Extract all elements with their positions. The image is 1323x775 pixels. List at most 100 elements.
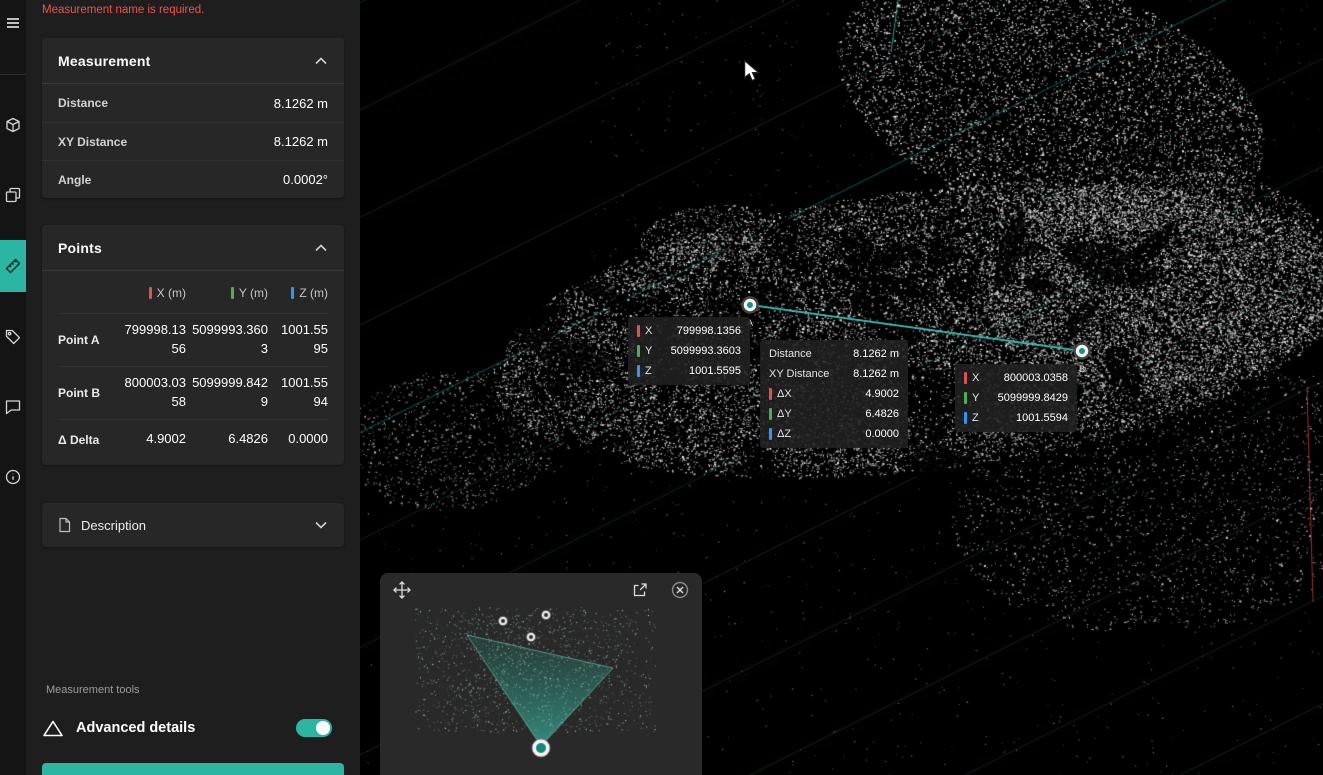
comment-icon[interactable] <box>0 392 26 422</box>
delta-x: 4.9002 <box>118 430 186 449</box>
angle-row: Angle 0.0002° <box>42 160 344 198</box>
ruler-icon <box>5 258 21 274</box>
primary-action-button[interactable] <box>42 763 344 775</box>
point-b-z: 1001.5594 <box>274 374 328 412</box>
delta-label: Δ Delta <box>58 433 112 447</box>
description-card-header[interactable]: Description <box>42 503 344 547</box>
layers-icon[interactable] <box>0 180 26 210</box>
viewport-3d[interactable]: A B X799998.1356 Y5099993.3603 Z1001.559… <box>360 0 1323 775</box>
points-table: X (m) Y (m) Z (m) Point A 799998.1356 50… <box>42 271 344 465</box>
tooltip-row: Y5099999.8429 <box>955 388 1077 408</box>
point-b-x: 800003.0358 <box>118 374 186 412</box>
cube-icon <box>5 117 21 133</box>
measurement-tools-label: Measurement tools <box>46 684 140 696</box>
tooltip-row: ΔY6.4826 <box>760 404 908 424</box>
points-card: Points X (m) Y (m) Z (m) Point A 799998.… <box>42 225 344 465</box>
pan-arrows-icon <box>393 581 411 599</box>
x-axis-color-bar <box>769 388 772 400</box>
minimap-header <box>380 573 702 607</box>
dataset-icon[interactable] <box>0 110 26 140</box>
sidebar-divider <box>0 74 26 75</box>
z-axis-color-bar <box>637 365 640 377</box>
move-icon[interactable] <box>390 578 414 602</box>
points-card-title: Points <box>58 240 102 256</box>
description-title: Description <box>81 518 314 533</box>
y-column-header: Y (m) <box>192 286 268 300</box>
angle-value: 0.0002° <box>283 172 328 187</box>
y-axis-color-bar <box>231 287 234 299</box>
tooltip-row: XY Distance8.1262 m <box>760 364 908 384</box>
description-card: Description <box>42 503 344 547</box>
z-axis-color-bar <box>769 428 772 440</box>
hamburger-icon <box>5 15 21 31</box>
measure-tool-icon[interactable] <box>0 240 26 292</box>
copy-icon <box>5 187 21 203</box>
distance-value: 8.1262 m <box>274 96 328 111</box>
y-axis-color-bar <box>964 392 967 404</box>
point-b-row: Point B 800003.0358 5099999.8429 1001.55… <box>58 366 328 419</box>
advanced-details-toggle[interactable] <box>296 719 332 737</box>
chevron-down-icon <box>314 520 328 530</box>
tooltip-row: X799998.1356 <box>628 321 750 341</box>
point-a-z: 1001.5595 <box>274 321 328 359</box>
tooltip-row: X800003.0358 <box>955 368 1077 388</box>
point-a-x: 799998.1356 <box>118 321 186 359</box>
advanced-details-row: Advanced details <box>42 708 344 748</box>
open-in-full-icon <box>632 582 648 598</box>
point-a-row: Point A 799998.1356 5099993.3603 1001.55… <box>58 313 328 366</box>
label-icon <box>5 329 21 345</box>
error-message: Measurement name is required. <box>42 4 204 16</box>
delta-z: 0.0000 <box>274 430 328 449</box>
angle-label: Angle <box>58 173 91 187</box>
x-column-header: X (m) <box>118 286 186 300</box>
triangle-icon <box>42 719 64 738</box>
chat-bubble-icon <box>5 399 21 415</box>
chevron-up-icon <box>314 56 328 66</box>
toggle-knob <box>316 721 330 735</box>
xy-distance-value: 8.1262 m <box>274 134 328 149</box>
z-axis-color-bar <box>291 287 294 299</box>
x-axis-color-bar <box>964 372 967 384</box>
xy-distance-row: XY Distance 8.1262 m <box>42 122 344 160</box>
close-x-icon <box>671 581 689 599</box>
delta-y: 6.4826 <box>192 430 268 449</box>
y-axis-color-bar <box>769 408 772 420</box>
measurement-card-title: Measurement <box>58 53 150 69</box>
z-column-header: Z (m) <box>274 286 328 300</box>
mouse-cursor <box>743 60 761 87</box>
info-icon[interactable] <box>0 462 26 492</box>
delta-row: Δ Delta 4.9002 6.4826 0.0000 <box>58 419 328 459</box>
tooltip-row: Z1001.5594 <box>955 408 1077 428</box>
tooltip-row: Y5099993.3603 <box>628 341 750 361</box>
document-icon <box>58 517 71 533</box>
measurement-panel: Measurement name is required. Measuremen… <box>26 0 360 775</box>
measurement-card: Measurement Distance 8.1262 m XY Distanc… <box>42 38 344 198</box>
xy-distance-label: XY Distance <box>58 135 127 149</box>
point-a-y: 5099993.3603 <box>192 321 268 359</box>
menu-icon[interactable] <box>0 8 26 38</box>
measurement-card-header[interactable]: Measurement <box>42 38 344 84</box>
point-a-tooltip: X799998.1356 Y5099993.3603 Z1001.5595 <box>628 317 750 385</box>
advanced-details-label: Advanced details <box>76 720 195 736</box>
x-axis-color-bar <box>149 287 152 299</box>
point-b-y: 5099999.8429 <box>192 374 268 412</box>
x-axis-color-bar <box>637 325 640 337</box>
expand-icon[interactable] <box>628 578 652 602</box>
points-card-header[interactable]: Points <box>42 225 344 271</box>
z-axis-color-bar <box>964 412 967 424</box>
close-icon[interactable] <box>668 578 692 602</box>
tooltip-row: Z1001.5595 <box>628 361 750 381</box>
point-b-label: Point B <box>58 386 112 400</box>
distance-label: Distance <box>58 96 108 110</box>
tooltip-row: ΔX4.9002 <box>760 384 908 404</box>
tag-icon[interactable] <box>0 322 26 352</box>
minimap-canvas[interactable] <box>380 607 702 775</box>
app-root: Measurement name is required. Measuremen… <box>0 0 1323 775</box>
point-a-label: Point A <box>58 333 112 347</box>
distance-row: Distance 8.1262 m <box>42 84 344 122</box>
points-table-header: X (m) Y (m) Z (m) <box>58 273 328 313</box>
distance-tooltip: Distance8.1262 m XY Distance8.1262 m ΔX4… <box>760 340 908 448</box>
info-circle-icon <box>5 469 21 485</box>
tool-sidebar <box>0 0 26 775</box>
tooltip-row: ΔZ0.0000 <box>760 424 908 444</box>
